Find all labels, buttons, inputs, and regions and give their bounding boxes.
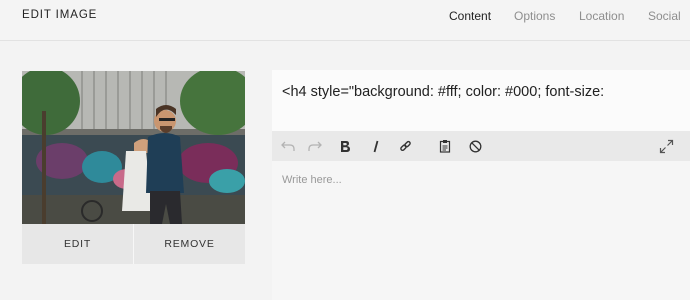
- tab-location[interactable]: Location: [579, 9, 624, 23]
- image-thumbnail[interactable]: [22, 71, 245, 224]
- image-actions: EDIT REMOVE: [22, 224, 245, 264]
- paste-icon[interactable]: [437, 138, 453, 154]
- description-editor[interactable]: Write here...: [272, 161, 690, 300]
- clear-format-icon[interactable]: [467, 138, 483, 154]
- redo-icon[interactable]: [307, 138, 323, 154]
- tab-options[interactable]: Options: [514, 9, 555, 23]
- link-icon[interactable]: [397, 138, 413, 154]
- header-bar: EDIT IMAGE Content Options Location Soci…: [0, 0, 690, 41]
- italic-icon[interactable]: [368, 138, 384, 154]
- edit-button[interactable]: EDIT: [22, 224, 133, 264]
- caption-panel: <h4 style="background: #fff; color: #000…: [272, 70, 690, 300]
- undo-icon[interactable]: [280, 138, 296, 154]
- photo-illustration: [22, 71, 245, 224]
- fullscreen-icon[interactable]: [658, 138, 674, 154]
- bold-icon[interactable]: [337, 138, 353, 154]
- page-title: EDIT IMAGE: [22, 9, 98, 21]
- tab-social[interactable]: Social: [648, 9, 681, 23]
- editor-placeholder: Write here...: [282, 174, 342, 186]
- tab-content[interactable]: Content: [449, 9, 491, 23]
- remove-button[interactable]: REMOVE: [133, 224, 245, 264]
- image-title-input[interactable]: <h4 style="background: #fff; color: #000…: [282, 84, 690, 100]
- image-card: EDIT REMOVE: [22, 71, 245, 264]
- editor-toolbar: [272, 131, 690, 161]
